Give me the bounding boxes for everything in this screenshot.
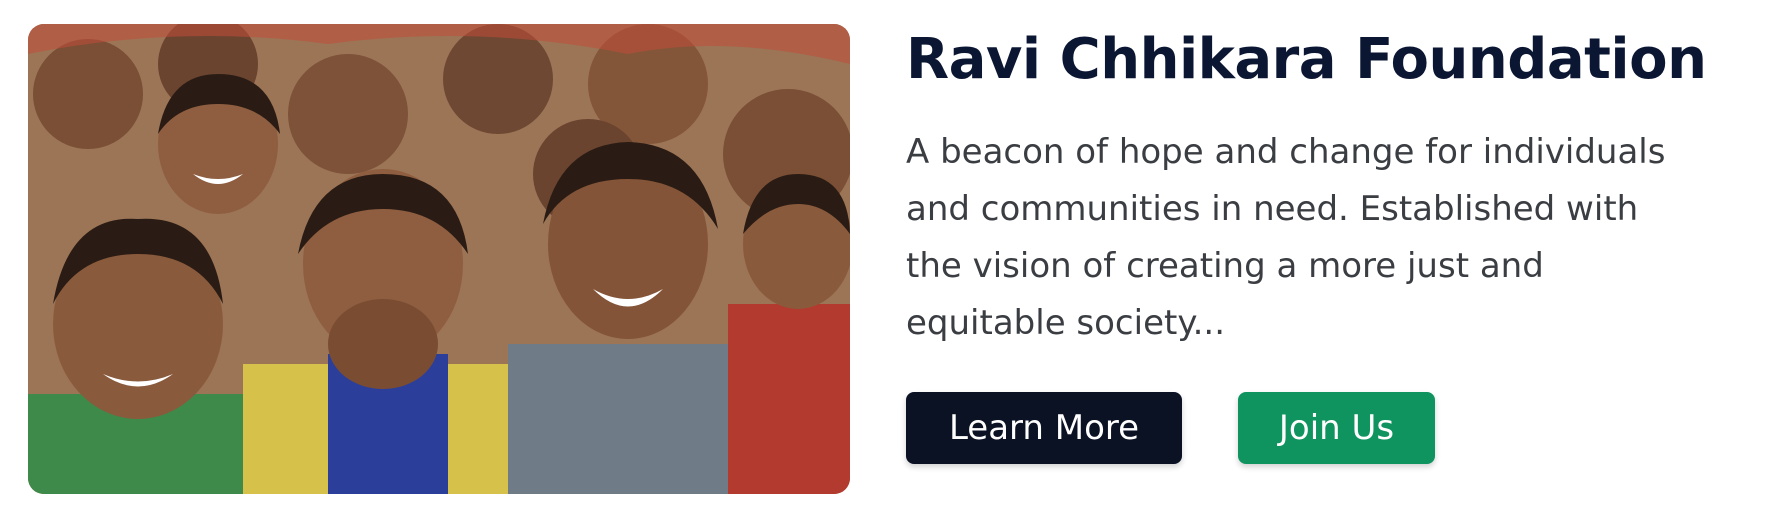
foundation-card: Ravi Chhikara Foundation A beacon of hop… bbox=[0, 0, 1768, 512]
page-title: Ravi Chhikara Foundation bbox=[906, 27, 1707, 92]
hero-photo bbox=[28, 24, 850, 494]
description-line: A beacon of hope and change for individu… bbox=[906, 132, 1666, 172]
join-us-button[interactable]: Join Us bbox=[1238, 392, 1435, 464]
content-panel: Ravi Chhikara Foundation A beacon of hop… bbox=[906, 24, 1746, 352]
action-buttons: Learn More Join Us bbox=[906, 392, 1435, 464]
description-line: the vision of creating a more just and bbox=[906, 246, 1544, 286]
children-photo-illustration bbox=[28, 24, 850, 494]
description-line: equitable society... bbox=[906, 303, 1226, 343]
description: A beacon of hope and change for individu… bbox=[906, 124, 1726, 352]
learn-more-button[interactable]: Learn More bbox=[906, 392, 1182, 464]
child-far-right bbox=[728, 174, 850, 494]
description-line: and communities in need. Established wit… bbox=[906, 189, 1639, 229]
